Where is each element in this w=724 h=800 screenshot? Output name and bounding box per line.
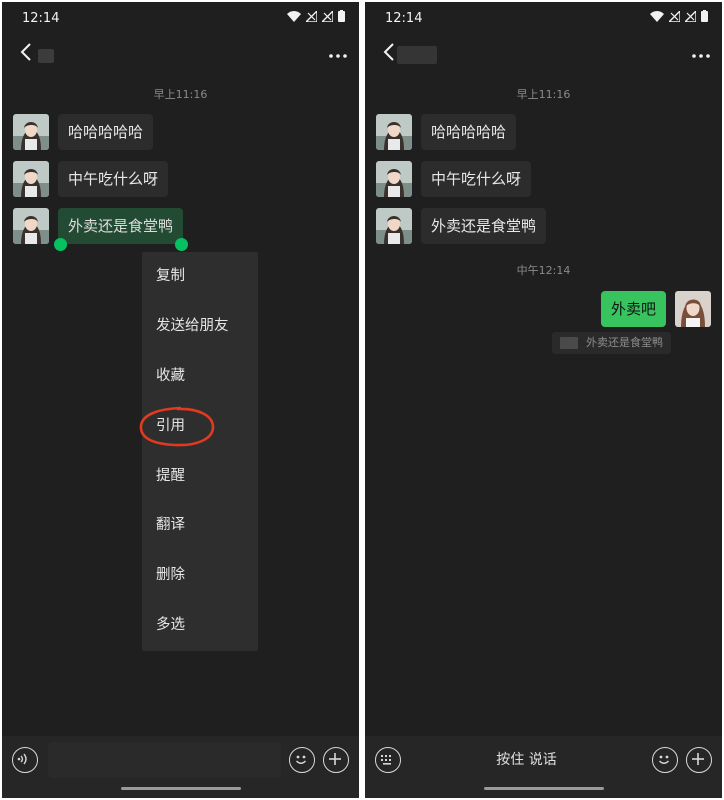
status-bar: 12:14 [2, 2, 359, 36]
keyboard-icon [381, 755, 391, 765]
menu-item-favorite[interactable]: 收藏 [142, 352, 258, 402]
chat-timestamp: 中午12:14 [516, 264, 571, 277]
home-indicator[interactable] [120, 787, 241, 790]
contact-avatar[interactable] [13, 114, 49, 150]
my-avatar[interactable] [675, 291, 711, 327]
message-bubble-selected[interactable]: 外卖还是食堂鸭 [58, 208, 184, 244]
phone-screen-right: 12:14 早上11:16 哈哈哈哈哈 中午吃什么呀 外卖还是食堂鸭 中午12:… [365, 2, 722, 798]
chat-timestamp: 早上11:16 [516, 88, 571, 101]
status-icons [287, 10, 345, 22]
signal-off-icon [685, 10, 696, 22]
status-time: 12:14 [22, 11, 60, 26]
message-bubble[interactable]: 哈哈哈哈哈 [421, 114, 517, 150]
contact-avatar[interactable] [376, 161, 412, 197]
more-dots-icon [329, 54, 347, 58]
message-bubble[interactable]: 哈哈哈哈哈 [58, 114, 154, 150]
home-indicator[interactable] [483, 787, 604, 790]
more-button[interactable] [692, 44, 710, 62]
chat-header [365, 36, 722, 74]
input-bar [2, 736, 359, 798]
hold-to-talk-button[interactable]: 按住 说话 [411, 742, 642, 778]
more-dots-icon [692, 54, 710, 58]
status-icons [650, 10, 708, 22]
contact-avatar[interactable] [13, 161, 49, 197]
signal-off-icon [322, 10, 333, 22]
selection-handle-start[interactable] [54, 238, 67, 251]
voice-button[interactable] [12, 747, 38, 773]
emoji-button[interactable] [289, 747, 315, 773]
plus-icon [329, 753, 341, 765]
plus-button[interactable] [686, 747, 712, 773]
smile-icon [296, 755, 306, 764]
message-bubble[interactable]: 中午吃什么呀 [58, 161, 169, 197]
keyboard-button[interactable] [375, 747, 401, 773]
quoted-text: 外卖还是食堂鸭 [586, 336, 663, 349]
contact-avatar[interactable] [376, 114, 412, 150]
phone-screen-left: 12:14 早上11:16 哈哈哈哈哈 中午吃什么呀 外卖还是食堂鸭 复制 发送… [2, 2, 359, 798]
battery-icon [701, 10, 708, 22]
smile-icon [659, 755, 669, 764]
menu-item-delete[interactable]: 删除 [142, 551, 258, 601]
contact-name-redacted [38, 49, 54, 63]
emoji-button[interactable] [652, 747, 678, 773]
menu-item-forward[interactable]: 发送给朋友 [142, 302, 258, 352]
chat-timestamp: 早上11:16 [153, 88, 208, 101]
selection-handle-end[interactable] [175, 238, 188, 251]
back-button[interactable] [12, 40, 40, 68]
contact-name-redacted [397, 46, 437, 64]
contact-avatar[interactable] [13, 208, 49, 244]
context-menu: 复制 发送给朋友 收藏 引用 提醒 翻译 删除 多选 [142, 252, 258, 651]
voice-icon [17, 753, 27, 765]
status-bar: 12:14 [365, 2, 722, 36]
menu-item-multiselect[interactable]: 多选 [142, 601, 258, 651]
wifi-icon [650, 10, 664, 22]
menu-item-copy[interactable]: 复制 [142, 252, 258, 302]
quoted-message[interactable]: 外卖还是食堂鸭 [552, 332, 671, 354]
plus-icon [692, 753, 704, 765]
chevron-left-icon [383, 43, 394, 61]
wifi-icon [287, 10, 301, 22]
chevron-left-icon [20, 43, 31, 61]
menu-item-translate[interactable]: 翻译 [142, 501, 258, 551]
sent-message-bubble[interactable]: 外卖吧 [600, 291, 666, 327]
battery-icon [338, 10, 345, 22]
more-button[interactable] [329, 44, 347, 62]
quoted-sender-redacted [560, 337, 578, 349]
menu-item-remind[interactable]: 提醒 [142, 452, 258, 502]
message-bubble[interactable]: 外卖还是食堂鸭 [421, 208, 547, 244]
status-time: 12:14 [385, 11, 423, 26]
message-bubble[interactable]: 中午吃什么呀 [421, 161, 532, 197]
signal-off-icon [669, 10, 680, 22]
chat-header [2, 36, 359, 74]
message-input[interactable] [48, 742, 281, 778]
signal-off-icon [306, 10, 317, 22]
contact-avatar[interactable] [376, 208, 412, 244]
plus-button[interactable] [323, 747, 349, 773]
menu-item-quote[interactable]: 引用 [142, 402, 258, 452]
input-bar: 按住 说话 [365, 736, 722, 798]
